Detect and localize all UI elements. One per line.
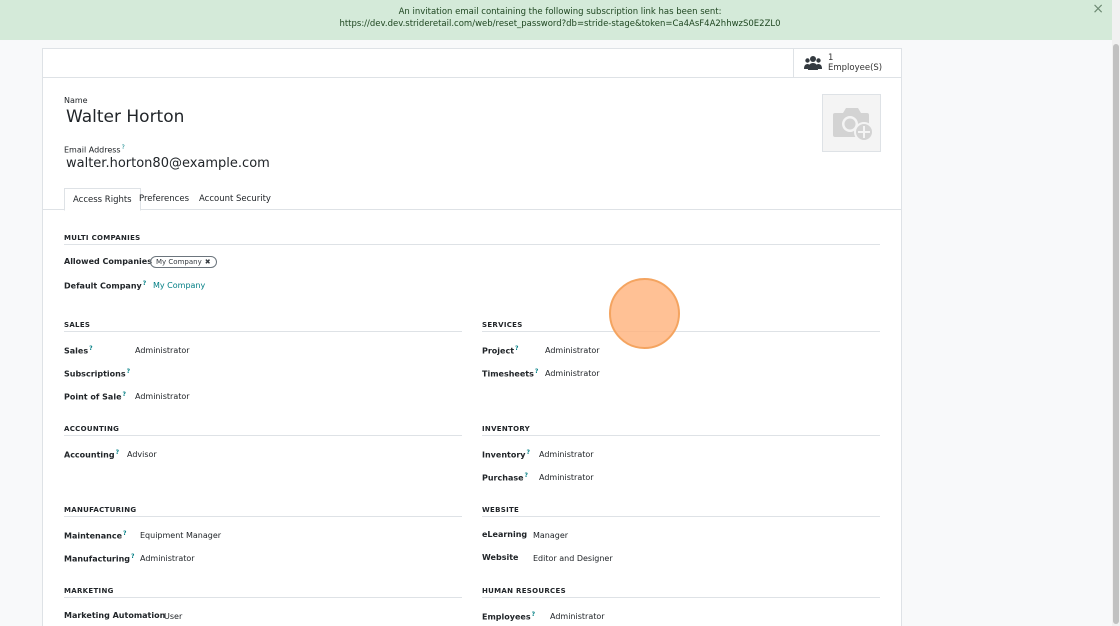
inventory-value[interactable]: Administrator bbox=[539, 450, 594, 459]
website-label: Website bbox=[482, 553, 519, 562]
elearning-label: eLearning bbox=[482, 530, 528, 539]
timesheets-value[interactable]: Administrator bbox=[545, 369, 600, 378]
employees-label-hr: Employees? bbox=[482, 611, 536, 622]
employees-label: Employee(S) bbox=[828, 63, 883, 73]
manufacturing-value[interactable]: Administrator bbox=[140, 554, 195, 563]
section-manufacturing: MANUFACTURING bbox=[64, 506, 462, 517]
user-form-sheet: 1 Employee(S) Name Walter Horton Email A… bbox=[42, 48, 902, 626]
camera-add-icon bbox=[832, 108, 874, 142]
accounting-label: Accounting? bbox=[64, 449, 120, 460]
allowed-companies-label: Allowed Companies bbox=[64, 257, 152, 266]
tab-access-rights[interactable]: Access Rights bbox=[64, 188, 141, 211]
notification-link[interactable]: https://dev.dev.strideretail.com/web/res… bbox=[0, 18, 1120, 30]
form-tabs: Access Rights Preferences Account Securi… bbox=[43, 188, 901, 211]
remove-tag-icon[interactable]: ✖ bbox=[205, 258, 211, 266]
subscriptions-label: Subscriptions? bbox=[64, 368, 131, 379]
section-marketing: MARKETING bbox=[64, 587, 462, 598]
page-scrollbar[interactable] bbox=[1112, 0, 1120, 626]
section-human-resources: HUMAN RESOURCES bbox=[482, 587, 880, 598]
point-of-sale-value[interactable]: Administrator bbox=[135, 392, 190, 401]
tab-preferences[interactable]: Preferences bbox=[139, 188, 189, 210]
default-company-value[interactable]: My Company bbox=[153, 281, 205, 290]
sales-value[interactable]: Administrator bbox=[135, 346, 190, 355]
employees-stat-button[interactable]: 1 Employee(S) bbox=[793, 49, 901, 77]
maintenance-value[interactable]: Equipment Manager bbox=[140, 531, 221, 540]
help-icon[interactable]: ? bbox=[122, 144, 125, 151]
employees-value[interactable]: Administrator bbox=[550, 612, 605, 621]
inventory-label: Inventory? bbox=[482, 449, 530, 460]
project-value[interactable]: Administrator bbox=[545, 346, 600, 355]
maintenance-label: Maintenance? bbox=[64, 530, 127, 541]
purchase-value[interactable]: Administrator bbox=[539, 473, 594, 482]
marketing-automation-label: Marketing Automation bbox=[64, 611, 166, 620]
email-label: Email Address? bbox=[64, 144, 125, 155]
employees-icon bbox=[804, 56, 822, 70]
avatar-upload[interactable] bbox=[822, 94, 881, 152]
point-of-sale-label: Point of Sale? bbox=[64, 391, 126, 402]
purchase-label: Purchase? bbox=[482, 472, 529, 483]
project-label: Project? bbox=[482, 345, 519, 356]
button-box: 1 Employee(S) bbox=[43, 49, 901, 78]
marketing-automation-value[interactable]: User bbox=[164, 612, 182, 621]
section-multi-companies: MULTI COMPANIES bbox=[64, 234, 880, 245]
name-field[interactable]: Walter Horton bbox=[66, 107, 184, 127]
section-accounting: ACCOUNTING bbox=[64, 425, 462, 436]
website-value[interactable]: Editor and Designer bbox=[533, 554, 613, 563]
section-sales: SALES bbox=[64, 321, 462, 332]
section-services: SERVICES bbox=[482, 321, 880, 332]
timesheets-label: Timesheets? bbox=[482, 368, 539, 379]
email-field[interactable]: walter.horton80@example.com bbox=[66, 156, 270, 171]
sales-label: Sales? bbox=[64, 345, 93, 356]
section-website: WEBSITE bbox=[482, 506, 880, 517]
notification-line-1: An invitation email containing the follo… bbox=[398, 7, 722, 17]
name-label: Name bbox=[64, 96, 88, 105]
scrollbar-thumb[interactable] bbox=[1113, 44, 1119, 624]
accounting-value[interactable]: Advisor bbox=[127, 450, 157, 459]
section-inventory: INVENTORY bbox=[482, 425, 880, 436]
employees-count: 1 bbox=[828, 53, 834, 63]
tab-account-security[interactable]: Account Security bbox=[199, 188, 271, 210]
default-company-label: Default Company? bbox=[64, 280, 147, 291]
company-tag[interactable]: My Company ✖ bbox=[150, 256, 217, 268]
manufacturing-label: Manufacturing? bbox=[64, 553, 135, 564]
close-icon[interactable]: × bbox=[1092, 2, 1104, 16]
elearning-value[interactable]: Manager bbox=[533, 531, 568, 540]
notification-banner: An invitation email containing the follo… bbox=[0, 0, 1120, 40]
